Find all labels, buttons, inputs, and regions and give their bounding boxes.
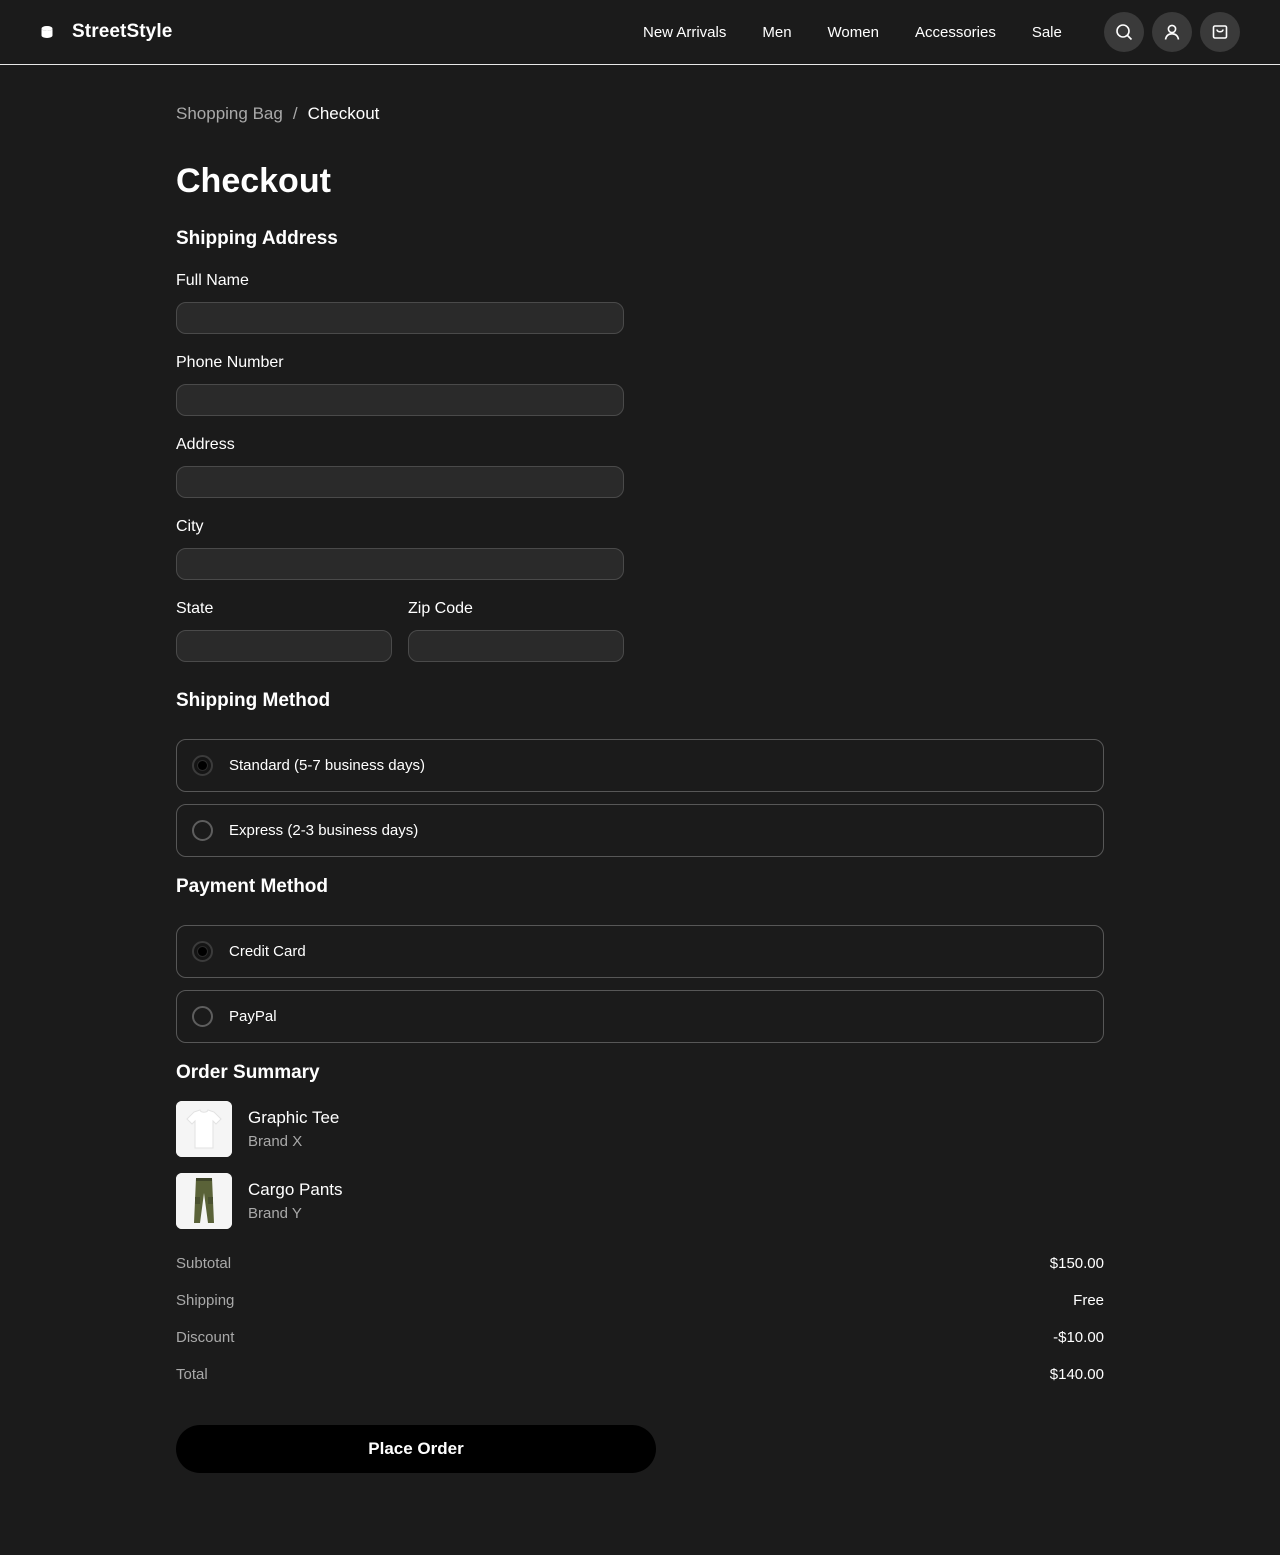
cart-button[interactable]: [1200, 12, 1240, 52]
shipping-option-label: Express (2-3 business days): [229, 822, 419, 839]
breadcrumb: Shopping Bag / Checkout: [176, 103, 1104, 125]
shipping-method-options: Standard (5-7 business days) Express (2-…: [176, 739, 1104, 857]
payment-option-credit-card[interactable]: Credit Card: [176, 925, 1104, 978]
full-name-label: Full Name: [176, 272, 249, 289]
payment-option-label: Credit Card: [229, 943, 306, 960]
brand-name: StreetStyle: [72, 21, 173, 42]
payment-option-label: PayPal: [229, 1008, 277, 1025]
payment-method-title: Payment Method: [176, 876, 329, 897]
state-field: State: [176, 600, 392, 662]
order-items: Graphic Tee Brand X Cargo Pants Brand Y: [176, 1101, 1104, 1229]
item-name: Graphic Tee: [248, 1108, 340, 1127]
address-label: Address: [176, 436, 235, 453]
pants-image: [176, 1173, 232, 1229]
top-navbar: StreetStyle New Arrivals Men Women Acces…: [0, 0, 1280, 65]
state-input[interactable]: [176, 630, 392, 662]
product-thumbnail-tee: [176, 1101, 232, 1157]
item-brand: Brand Y: [248, 1205, 302, 1222]
search-button[interactable]: [1104, 12, 1144, 52]
subtotal-label: Subtotal: [176, 1255, 232, 1272]
phone-input[interactable]: [176, 384, 624, 416]
radio-button[interactable]: [192, 820, 213, 841]
shipping-label: Shipping: [176, 1292, 235, 1309]
radio-button-checked[interactable]: [192, 941, 213, 962]
item-brand: Brand X: [248, 1133, 303, 1150]
city-label: City: [176, 518, 204, 535]
shipping-address-title: Shipping Address: [176, 228, 338, 249]
cart-icon: [1212, 25, 1228, 39]
item-name: Cargo Pants: [248, 1180, 343, 1199]
page-title: Checkout: [176, 162, 331, 200]
zip-field: Zip Code: [408, 600, 624, 662]
list-item: Cargo Pants Brand Y: [176, 1173, 1104, 1229]
item-info: Graphic Tee Brand X: [248, 1108, 339, 1150]
list-item: Graphic Tee Brand X: [176, 1101, 1104, 1157]
checkout-main: Shopping Bag / Checkout Checkout Shippin…: [176, 65, 1104, 1473]
address-input[interactable]: [176, 466, 624, 498]
radio-button-checked[interactable]: [192, 755, 213, 776]
account-button[interactable]: [1152, 12, 1192, 52]
payment-method-options: Credit Card PayPal: [176, 925, 1104, 1043]
main-nav: New Arrivals Men Women Accessories Sale: [643, 0, 1098, 64]
full-name-field: Full Name: [176, 272, 1104, 334]
total-value: $140.00: [1049, 1366, 1104, 1383]
order-summary-title: Order Summary: [176, 1062, 320, 1083]
full-name-input[interactable]: [176, 302, 624, 334]
breadcrumb-shopping-bag[interactable]: Shopping Bag: [176, 104, 283, 124]
discount-row: Discount -$10.00: [176, 1329, 1104, 1366]
shipping-method-title: Shipping Method: [176, 690, 331, 711]
total-row: Total $140.00: [176, 1366, 1104, 1403]
radio-button[interactable]: [192, 1006, 213, 1027]
shipping-value: Free: [1073, 1292, 1104, 1309]
search-icon: [1116, 24, 1133, 41]
state-zip-row: State Zip Code: [176, 600, 1104, 662]
state-label: State: [176, 600, 214, 617]
header-actions: [1104, 12, 1240, 52]
nav-new-arrivals[interactable]: New Arrivals: [643, 24, 726, 41]
order-totals: Subtotal $150.00 Shipping Free Discount …: [176, 1255, 1104, 1403]
discount-value: -$10.00: [1053, 1329, 1104, 1346]
phone-label: Phone Number: [176, 354, 284, 371]
subtotal-value: $150.00: [1049, 1255, 1104, 1272]
nav-sale[interactable]: Sale: [1032, 24, 1062, 41]
logo-icon: [41, 26, 53, 38]
nav-accessories[interactable]: Accessories: [915, 24, 996, 41]
place-order-button[interactable]: Place Order: [176, 1425, 656, 1473]
zip-input[interactable]: [408, 630, 624, 662]
user-icon: [1164, 24, 1180, 40]
payment-option-paypal[interactable]: PayPal: [176, 990, 1104, 1043]
shipping-option-express[interactable]: Express (2-3 business days): [176, 804, 1104, 857]
total-label: Total: [176, 1366, 208, 1383]
city-input[interactable]: [176, 548, 624, 580]
shipping-option-standard[interactable]: Standard (5-7 business days): [176, 739, 1104, 792]
address-field: Address: [176, 436, 1104, 498]
nav-women[interactable]: Women: [828, 24, 879, 41]
shipping-option-label: Standard (5-7 business days): [229, 757, 425, 774]
phone-field: Phone Number: [176, 354, 1104, 416]
discount-label: Discount: [176, 1329, 235, 1346]
shipping-row: Shipping Free: [176, 1292, 1104, 1329]
item-info: Cargo Pants Brand Y: [248, 1180, 343, 1222]
nav-men[interactable]: Men: [762, 24, 791, 41]
breadcrumb-current: Checkout: [307, 104, 380, 123]
tshirt-image: [176, 1101, 232, 1157]
zip-label: Zip Code: [408, 600, 473, 617]
brand[interactable]: StreetStyle: [40, 21, 172, 43]
city-field: City: [176, 518, 1104, 580]
breadcrumb-separator: /: [292, 104, 298, 123]
subtotal-row: Subtotal $150.00: [176, 1255, 1104, 1292]
product-thumbnail-pants: [176, 1173, 232, 1229]
